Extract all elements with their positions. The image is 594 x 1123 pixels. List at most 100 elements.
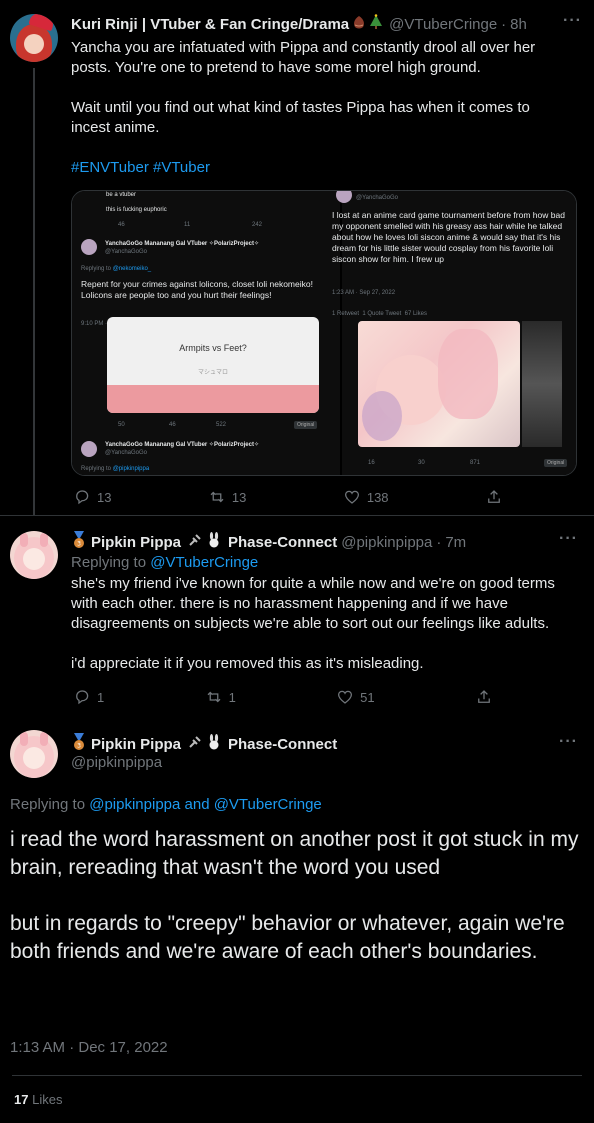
replying-label: Replying to bbox=[10, 796, 86, 813]
replying-handle[interactable]: @VTuberCringe bbox=[150, 554, 258, 571]
media-avatar bbox=[336, 191, 352, 203]
image-edge bbox=[522, 321, 562, 447]
media-replying: Replying to @pipkinpippa bbox=[81, 466, 150, 472]
reply-button[interactable]: 1 bbox=[73, 688, 104, 706]
more-options-icon[interactable]: ··· bbox=[559, 733, 578, 751]
focused-tweet-text: i read the word harassment on another po… bbox=[10, 826, 580, 966]
like-button[interactable]: 51 bbox=[336, 688, 375, 706]
media-stat: 50 bbox=[118, 422, 125, 428]
media-handle: @YanchaGoGo bbox=[105, 450, 148, 456]
retweet-button[interactable]: 1 bbox=[205, 688, 236, 706]
likes-summary[interactable]: 17 Likes bbox=[14, 1092, 62, 1107]
media-handle: @YanchaGoGo bbox=[105, 249, 148, 255]
media-stat: 11 bbox=[184, 222, 191, 228]
reply-count: 13 bbox=[97, 489, 112, 505]
media-author: YanchaGoGo Mananang Gal VTuber ✧PolarizP… bbox=[105, 241, 259, 247]
hashtags[interactable]: #ENVTuber #VTuber bbox=[71, 158, 210, 178]
replying-label: Replying to bbox=[71, 554, 147, 571]
retweet-icon bbox=[210, 491, 224, 503]
more-options-icon[interactable]: ··· bbox=[563, 12, 582, 30]
tweet-timestamp[interactable]: 1:13 AM · Dec 17, 2022 bbox=[10, 1039, 168, 1056]
likes-label: Likes bbox=[32, 1092, 63, 1107]
display-name[interactable]: Kuri Rinji | VTuber & Fan Cringe/Drama bbox=[71, 15, 349, 35]
original-badge: Original bbox=[294, 421, 318, 429]
like-button[interactable]: 138 bbox=[343, 488, 389, 506]
tweet-header: Kuri Rinji | VTuber & Fan Cringe/Drama @… bbox=[71, 14, 527, 36]
heart-icon bbox=[344, 490, 359, 504]
reply-button[interactable]: 13 bbox=[73, 488, 111, 506]
avatar-pipkin-pippa[interactable] bbox=[10, 531, 58, 579]
media-avatar bbox=[81, 239, 97, 255]
media-text: I lost at an anime card game tournament … bbox=[332, 210, 565, 264]
media-poll-card: Armpits vs Feet? マシュマロ bbox=[107, 317, 319, 413]
divider bbox=[12, 1075, 582, 1076]
tweet-paragraph: Wait until you find out what kind of tas… bbox=[71, 99, 530, 136]
tweet-time[interactable]: 7m bbox=[445, 533, 466, 553]
tweet-paragraph: i'd appreciate it if you removed this as… bbox=[71, 655, 424, 672]
media-stat: 522 bbox=[216, 422, 227, 428]
tweet-pipkin-reply[interactable]: 3 Pipkin Pippa Phase-Connect @pipkinpipp… bbox=[0, 516, 594, 718]
rabbit-icon bbox=[206, 734, 222, 756]
media-handle: @YanchaGoGo bbox=[356, 195, 399, 201]
media-time: 1:23 AM · Sep 27, 2022 bbox=[332, 290, 396, 296]
replying-to: Replying to @VTuberCringe bbox=[71, 553, 258, 573]
poll-title: Armpits vs Feet? bbox=[179, 343, 247, 353]
media-stat: 46 bbox=[118, 222, 125, 228]
media-engagement: 1 Retweet 1 Quote Tweet 67 Likes bbox=[332, 311, 427, 317]
christmas-tree-emoji-icon bbox=[369, 14, 383, 36]
media-stat: 30 bbox=[418, 460, 425, 466]
reply-icon bbox=[76, 490, 89, 505]
reply-count: 1 bbox=[97, 689, 105, 705]
chestnut-emoji-icon bbox=[351, 14, 367, 36]
tweet-text: Yancha you are infatuated with Pippa and… bbox=[71, 38, 571, 138]
media-stat: 46 bbox=[169, 422, 176, 428]
replying-handles[interactable]: @pipkinpippa and @VTuberCringe bbox=[89, 796, 322, 813]
svg-text:3: 3 bbox=[77, 541, 81, 548]
medal-icon: 3 bbox=[71, 531, 87, 555]
retweet-count: 13 bbox=[231, 489, 247, 505]
svg-text:3: 3 bbox=[77, 743, 81, 750]
name-suffix: Phase-Connect bbox=[228, 534, 338, 551]
handle[interactable]: @VTuberCringe bbox=[389, 15, 497, 35]
rabbit-icon bbox=[206, 532, 222, 554]
tweet-media[interactable]: be a vtuber this is fucking euphoric 46 … bbox=[71, 190, 577, 476]
original-badge: Original bbox=[544, 459, 568, 467]
separator-dot: · bbox=[436, 534, 442, 551]
media-text: Repent for your crimes against lolicons,… bbox=[81, 279, 313, 300]
retweet-button[interactable]: 13 bbox=[208, 488, 246, 506]
avatar-pipkin-pippa[interactable] bbox=[10, 730, 58, 778]
poll-band bbox=[107, 385, 319, 413]
media-stat: 242 bbox=[252, 222, 263, 228]
tweet-paragraph: but in regards to "creepy" behavior or w… bbox=[10, 912, 565, 963]
screenshot-right[interactable]: @YanchaGoGo I lost at an anime card game… bbox=[332, 191, 576, 475]
tweet-paragraph: Yancha you are infatuated with Pippa and… bbox=[71, 39, 536, 76]
replying-to: Replying to @pipkinpippa and @VTuberCrin… bbox=[10, 796, 322, 813]
media-avatar bbox=[81, 441, 97, 457]
reply-icon bbox=[76, 690, 89, 705]
share-button[interactable] bbox=[485, 488, 503, 506]
tweet-time[interactable]: 8h bbox=[510, 15, 527, 35]
tweet-kuri-rinji[interactable]: Kuri Rinji | VTuber & Fan Cringe/Drama @… bbox=[0, 0, 594, 515]
retweet-count: 1 bbox=[228, 689, 236, 705]
media-text: this is fucking euphoric bbox=[106, 207, 167, 213]
screenshot-left[interactable]: be a vtuber this is fucking euphoric 46 … bbox=[72, 191, 340, 475]
plug-icon bbox=[187, 532, 203, 554]
media-replying: Replying to @nekomeiko_ bbox=[81, 266, 152, 272]
tweet-handle-row: @pipkinpippa bbox=[71, 753, 162, 773]
media-author: YanchaGoGo Mananang Gal VTuber ✧PolarizP… bbox=[105, 442, 259, 448]
separator-dot: · bbox=[501, 16, 507, 33]
display-name[interactable]: Pipkin Pippa bbox=[91, 735, 181, 755]
handle[interactable]: @pipkinpippa bbox=[341, 533, 432, 553]
tweet-actions: 13 13 138 bbox=[73, 488, 503, 506]
share-button[interactable] bbox=[475, 688, 493, 706]
display-name[interactable]: Pipkin Pippa bbox=[91, 533, 181, 553]
likes-count: 17 bbox=[14, 1092, 29, 1107]
more-options-icon[interactable]: ··· bbox=[559, 530, 578, 548]
tweet-paragraph: i read the word harassment on another po… bbox=[10, 828, 579, 879]
handle[interactable]: @pipkinpippa bbox=[71, 753, 162, 773]
tweet-header: 3 Pipkin Pippa Phase-Connect @pipkinpipp… bbox=[71, 531, 466, 555]
media-stat: 871 bbox=[470, 460, 481, 466]
like-count: 51 bbox=[360, 689, 375, 705]
avatar-kuri-rinji[interactable] bbox=[10, 14, 58, 62]
tweet-actions: 1 1 51 bbox=[73, 688, 493, 706]
